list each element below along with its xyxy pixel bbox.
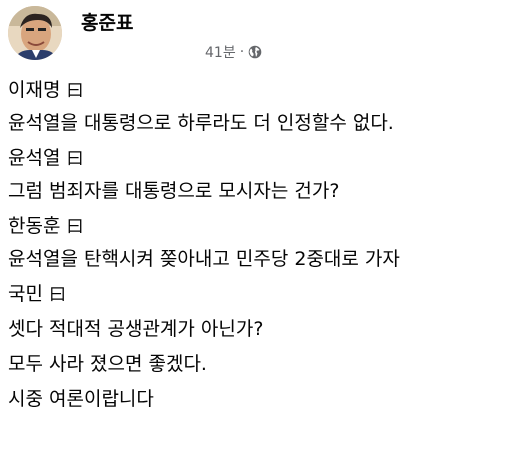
- speaker-line: 국민 曰: [8, 278, 513, 311]
- avatar[interactable]: [8, 6, 62, 60]
- post-body: 이재명 曰 윤석열을 대통령으로 하루라도 더 인정할수 없다. 윤석열 曰 그럼 …: [8, 74, 513, 416]
- speaker-line: 이재명 曰: [8, 74, 513, 107]
- post-text-line: 시중 여론이랍니다: [8, 388, 154, 410]
- post-timestamp[interactable]: 41분: [205, 42, 236, 62]
- post-text-line: 셋다 적대적 공생관계가 아닌가?: [8, 318, 264, 340]
- speaker-mark: 曰: [66, 81, 84, 101]
- post-text-line: 윤석열을 대통령으로 하루라도 더 인정할수 없다.: [8, 112, 394, 134]
- speaker-name: 한동훈: [8, 215, 61, 237]
- speaker-mark: 曰: [66, 217, 84, 237]
- post-text-line: 그럼 범죄자를 대통령으로 모시자는 건가?: [8, 180, 340, 202]
- speaker-mark: 曰: [66, 149, 84, 169]
- meta-separator: ·: [239, 44, 245, 60]
- post-text-line: 윤석열을 탄핵시켜 쫒아내고 민주당 2중대로 가자: [8, 248, 400, 270]
- speaker-name: 국민: [8, 283, 43, 305]
- speaker-line: 한동훈 曰: [8, 210, 513, 243]
- author-name[interactable]: 홍준표: [81, 8, 133, 35]
- speaker-line: 윤석열 曰: [8, 142, 513, 175]
- speaker-mark: 曰: [48, 285, 66, 305]
- post-text-line: 모두 사라 졌으면 좋겠다.: [8, 353, 207, 375]
- speaker-name: 윤석열: [8, 147, 61, 169]
- globe-icon[interactable]: [248, 45, 262, 59]
- post-header: 홍준표 41분 ·: [8, 4, 513, 68]
- speaker-name: 이재명: [8, 79, 61, 101]
- avatar-image: [8, 6, 62, 60]
- post-meta: 41분 ·: [205, 42, 262, 62]
